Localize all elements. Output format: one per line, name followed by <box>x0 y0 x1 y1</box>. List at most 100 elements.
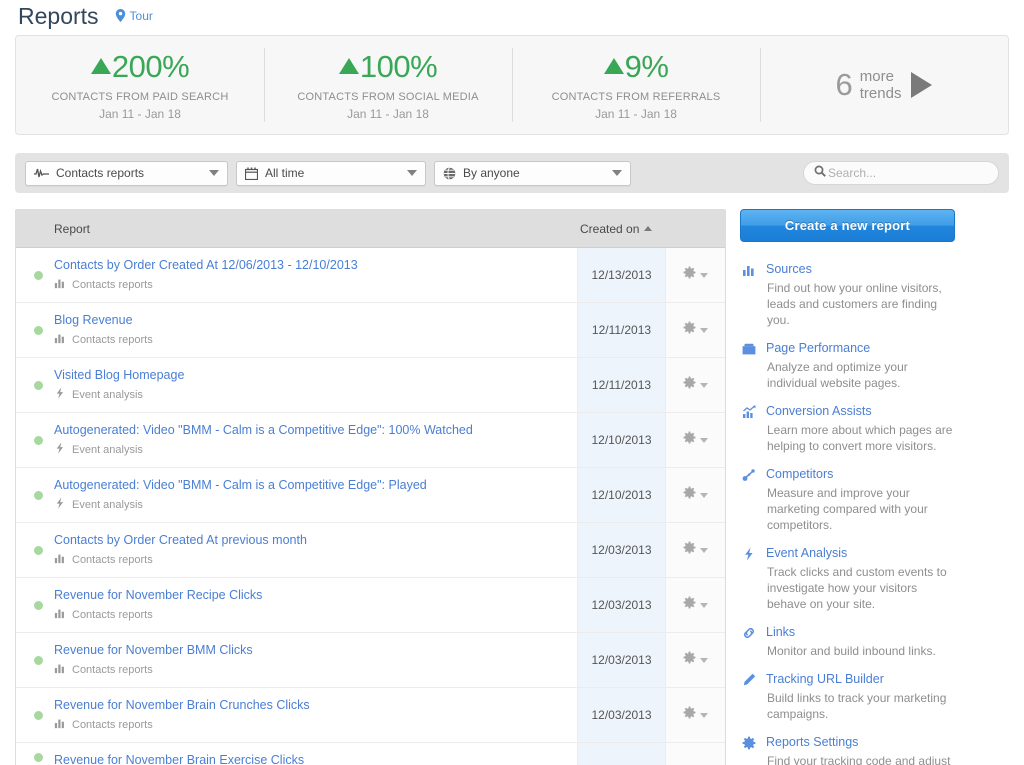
report-type: Event analysis <box>54 387 184 402</box>
sidebar-item-reports-settings[interactable]: Reports Settings Find your tracking code … <box>740 735 955 765</box>
sidebar-item-sources[interactable]: Sources Find out how your online visitors… <box>740 262 955 328</box>
sidebar-item-conversion-assists[interactable]: Conversion Assists Learn more about which… <box>740 404 955 454</box>
chevron-down-icon <box>700 327 708 333</box>
row-actions-button[interactable] <box>665 468 725 522</box>
report-title-link[interactable]: Revenue for November Brain Crunches Clic… <box>54 698 310 713</box>
sidebar-links-list: Sources Find out how your online visitors… <box>740 262 955 765</box>
column-header-report[interactable]: Report <box>16 222 580 236</box>
sidebar-item-label: Event Analysis <box>766 546 848 560</box>
kpi-label: CONTACTS FROM REFERRALS <box>551 91 721 103</box>
sidebar-item-description: Learn more about which pages are helping… <box>767 423 953 453</box>
report-type: Event analysis <box>54 497 427 512</box>
table-row[interactable]: Revenue for November Brain Crunches Clic… <box>16 688 725 743</box>
competitors-icon <box>740 468 757 482</box>
row-actions-button[interactable] <box>665 413 725 467</box>
column-header-created-on[interactable]: Created on <box>580 222 665 236</box>
gear-icon <box>683 321 696 339</box>
table-row[interactable]: Contacts by Order Created At 12/06/2013 … <box>16 248 725 303</box>
row-actions-button[interactable] <box>665 248 725 302</box>
report-text: Revenue for November Recipe Clicks Contac… <box>54 588 262 622</box>
report-title-link[interactable]: Contacts by Order Created At previous mo… <box>54 533 307 548</box>
link-icon <box>740 626 757 640</box>
table-row[interactable]: Blog Revenue Contacts reports 12/11/2013 <box>16 303 725 358</box>
bar-chart-icon <box>54 277 66 292</box>
report-title-link[interactable]: Revenue for November Recipe Clicks <box>54 588 262 603</box>
report-cell: Autogenerated: Video "BMM - Calm is a Co… <box>16 468 577 522</box>
row-actions-button[interactable] <box>665 743 725 765</box>
kpi-card-paid-search[interactable]: 200% CONTACTS FROM PAID SEARCH Jan 11 - … <box>16 36 264 134</box>
table-row[interactable]: Visited Blog Homepage Event analysis 12/11… <box>16 358 725 413</box>
row-actions-button[interactable] <box>665 358 725 412</box>
report-type: Event analysis <box>54 442 473 457</box>
table-row[interactable]: Contacts by Order Created At previous mo… <box>16 523 725 578</box>
report-title-link[interactable]: Visited Blog Homepage <box>54 368 184 383</box>
search-input[interactable] <box>826 165 988 181</box>
table-row[interactable]: Autogenerated: Video "BMM - Calm is a Co… <box>16 413 725 468</box>
sidebar-item-description: Measure and improve your marketing compa… <box>767 486 928 532</box>
pulse-icon <box>34 167 49 179</box>
sidebar-item-link[interactable]: Sources <box>740 262 955 277</box>
bar-chart-icon <box>54 662 66 677</box>
gear-icon <box>683 431 696 449</box>
table-row[interactable]: Revenue for November Recipe Clicks Contac… <box>16 578 725 633</box>
report-title-link[interactable]: Autogenerated: Video "BMM - Calm is a Co… <box>54 423 473 438</box>
lightning-icon <box>54 442 66 457</box>
report-title-link[interactable]: Autogenerated: Video "BMM - Calm is a Co… <box>54 478 427 493</box>
row-actions-button[interactable] <box>665 688 725 742</box>
sidebar-item-event-analysis[interactable]: Event Analysis Track clicks and custom ev… <box>740 546 955 612</box>
sidebar-item-link[interactable]: Reports Settings <box>740 735 955 750</box>
lightning-icon <box>54 387 66 402</box>
row-actions-button[interactable] <box>665 523 725 577</box>
lightning-icon <box>54 497 66 512</box>
tour-link[interactable]: Tour <box>115 9 153 23</box>
tour-label: Tour <box>129 8 153 23</box>
sidebar-item-link[interactable]: Conversion Assists <box>740 404 955 419</box>
sidebar-item-link[interactable]: Tracking URL Builder <box>740 672 955 687</box>
report-title-link[interactable]: Revenue for November Brain Exercise Clic… <box>54 753 304 765</box>
created-on-cell: 12/11/2013 <box>577 303 665 357</box>
sidebar-item-description: Track clicks and custom events to invest… <box>767 565 947 611</box>
sidebar-item-link[interactable]: Page Performance <box>740 341 955 356</box>
report-cell: Revenue for November Recipe Clicks Contac… <box>16 578 577 632</box>
up-triangle-icon <box>603 58 624 74</box>
sidebar-item-description: Find out how your online visitors, leads… <box>767 281 942 327</box>
date-range-select[interactable]: All time <box>236 160 426 186</box>
sidebar-item-link[interactable]: Links <box>740 625 955 640</box>
sidebar-item-page-performance[interactable]: Page Performance Analyze and optimize you… <box>740 341 955 391</box>
report-title-link[interactable]: Revenue for November BMM Clicks <box>54 643 253 658</box>
sidebar-item-links[interactable]: Links Monitor and build inbound links. <box>740 625 955 659</box>
sidebar-item-competitors[interactable]: Competitors Measure and improve your mark… <box>740 467 955 533</box>
table-row[interactable]: Revenue for November BMM Clicks Contacts … <box>16 633 725 688</box>
table-row[interactable]: Autogenerated: Video "BMM - Calm is a Co… <box>16 468 725 523</box>
owner-select[interactable]: By anyone <box>434 160 631 186</box>
table-body: Contacts by Order Created At 12/06/2013 … <box>16 248 725 765</box>
chevron-down-icon <box>407 170 417 176</box>
report-title-link[interactable]: Blog Revenue <box>54 313 153 328</box>
create-new-report-button[interactable]: Create a new report <box>740 209 955 242</box>
created-on-cell: 12/10/2013 <box>577 468 665 522</box>
kpi-card-social-media[interactable]: 100% CONTACTS FROM SOCIAL MEDIA Jan 11 -… <box>264 36 512 134</box>
kpi-value-text: 9% <box>624 49 669 84</box>
kpi-card-referrals[interactable]: 9% CONTACTS FROM REFERRALS Jan 11 - Jan … <box>512 36 760 134</box>
report-title-link[interactable]: Contacts by Order Created At 12/06/2013 … <box>54 258 358 273</box>
report-cell: Revenue for November Brain Exercise Clic… <box>16 743 577 765</box>
row-actions-button[interactable] <box>665 303 725 357</box>
sidebar-item-link[interactable]: Event Analysis <box>740 546 955 561</box>
page-icon <box>740 342 757 356</box>
sidebar-item-link[interactable]: Competitors <box>740 467 955 482</box>
created-on-cell: 12/11/2013 <box>577 358 665 412</box>
sidebar-item-tracking-url-builder[interactable]: Tracking URL Builder Build links to track… <box>740 672 955 722</box>
created-on-cell: 12/10/2013 <box>577 413 665 467</box>
report-type-select[interactable]: Contacts reports <box>25 160 228 186</box>
pencil-icon <box>740 673 757 687</box>
report-type-label: Contacts reports <box>72 608 153 621</box>
row-actions-button[interactable] <box>665 578 725 632</box>
sidebar-item-description: Monitor and build inbound links. <box>767 644 936 658</box>
up-triangle-icon <box>338 58 359 74</box>
more-trends-button[interactable]: 6 more trends <box>760 36 1008 134</box>
table-row[interactable]: Revenue for November Brain Exercise Clic… <box>16 743 725 765</box>
search-box[interactable] <box>803 161 999 185</box>
report-type: Contacts reports <box>54 717 310 732</box>
bar-chart-icon <box>740 263 757 277</box>
row-actions-button[interactable] <box>665 633 725 687</box>
